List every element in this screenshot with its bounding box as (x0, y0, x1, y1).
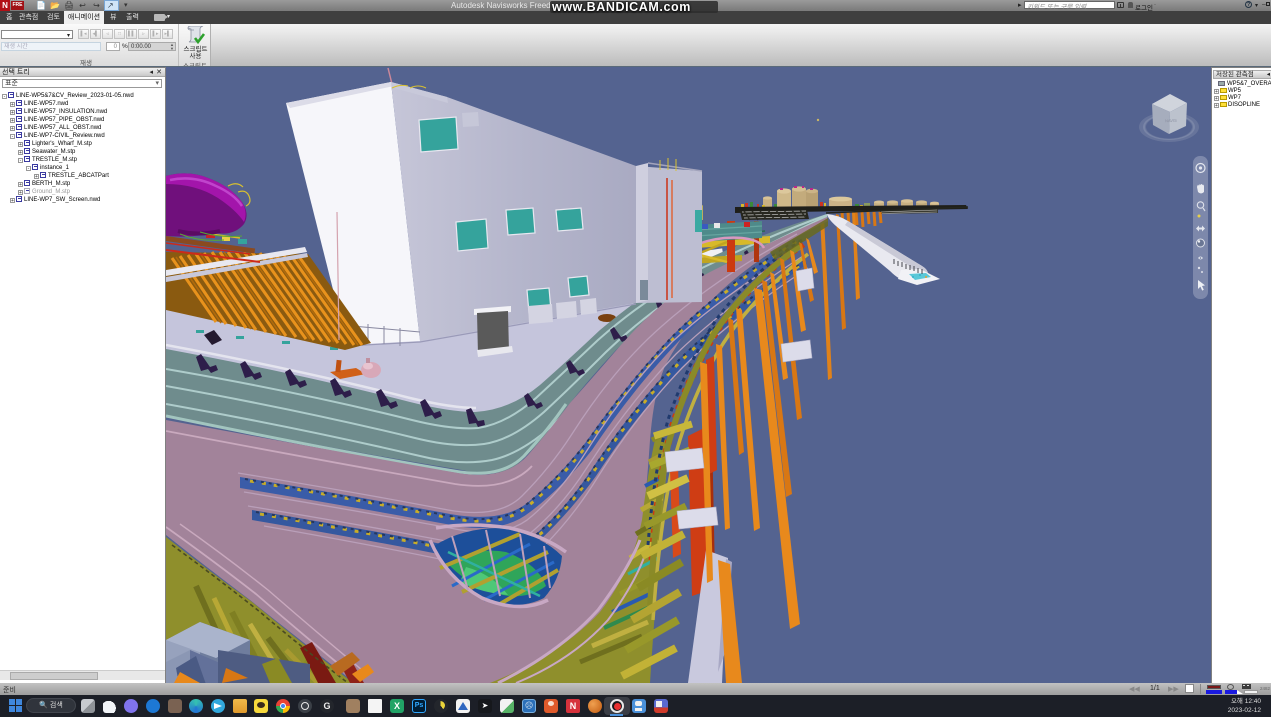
svg-text:NAVIS: NAVIS (1165, 118, 1177, 124)
